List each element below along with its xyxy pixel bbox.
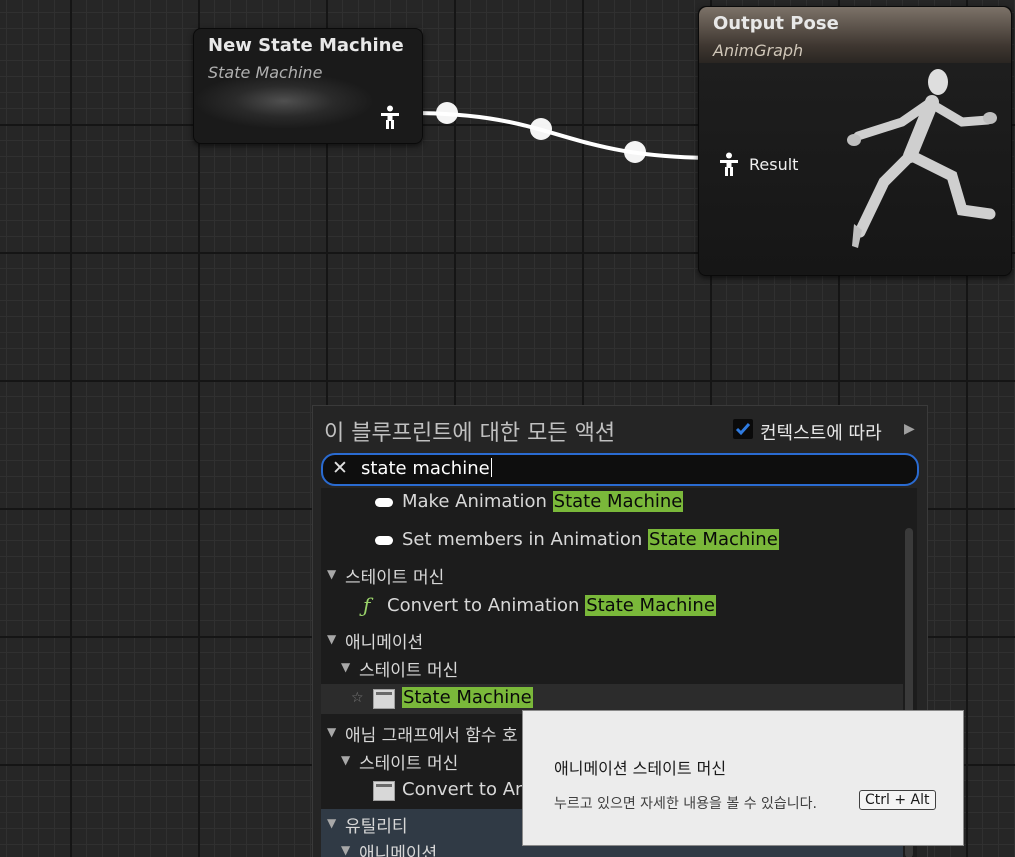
pose-pin-icon[interactable]: [719, 152, 739, 176]
menu-title: 이 블루프린트에 대한 모든 액션: [324, 421, 616, 446]
collapse-triangle-icon[interactable]: ▼: [341, 753, 350, 767]
collapse-triangle-icon[interactable]: ▼: [341, 843, 350, 857]
tooltip: 애니메이션 스테이트 머신 누르고 있으면 자세한 내용을 볼 수 있습니다. …: [522, 710, 964, 846]
state-machine-node[interactable]: New State Machine State Machine: [193, 28, 423, 144]
wire-knot[interactable]: [624, 141, 646, 163]
node-subtitle: AnimGraph: [713, 41, 804, 60]
collapse-triangle-icon[interactable]: ▼: [327, 567, 336, 581]
state-machine-icon: [373, 689, 395, 709]
search-match: State Machine: [552, 491, 684, 512]
node-title: New State Machine: [208, 35, 404, 56]
tooltip-title: 애니메이션 스테이트 머신: [554, 759, 727, 778]
result-pin-label: Result: [749, 155, 799, 174]
shortcut-key-badge: Ctrl + Alt: [859, 790, 936, 810]
category-row[interactable]: ▼ 스테이트 머신: [321, 560, 903, 590]
tooltip-hint: 누르고 있으면 자세한 내용을 볼 수 있습니다.: [554, 796, 817, 812]
node-subtitle: State Machine: [208, 63, 323, 82]
wire-knot[interactable]: [436, 102, 458, 124]
context-sensitive-label[interactable]: 컨텍스트에 따라: [760, 419, 882, 445]
running-mannequin-icon: [847, 69, 997, 248]
list-item[interactable]: Set members in Animation State Machine: [321, 526, 903, 556]
collapse-triangle-icon[interactable]: ▼: [341, 660, 350, 674]
collapse-triangle-icon[interactable]: ▼: [327, 632, 336, 646]
search-value: state machine: [361, 458, 490, 479]
struct-pill-icon: [375, 498, 393, 507]
pose-pin-icon[interactable]: [380, 105, 400, 129]
collapse-triangle-icon[interactable]: ▼: [327, 725, 336, 739]
struct-pill-icon: [375, 536, 393, 545]
collapse-triangle-icon[interactable]: ▼: [327, 816, 336, 830]
text-caret: [490, 458, 492, 477]
node-title: Output Pose: [713, 13, 839, 34]
context-sensitive-checkbox[interactable]: [733, 419, 753, 439]
expand-arrow-icon[interactable]: ▶: [904, 421, 915, 437]
search-input[interactable]: ✕ state machine: [321, 453, 919, 486]
search-match: State Machine: [402, 687, 533, 708]
state-machine-icon: [373, 781, 395, 801]
list-item[interactable]: ƒ Convert to Animation State Machine: [321, 592, 903, 622]
category-row[interactable]: ▼ 애니메이션: [321, 625, 903, 655]
search-match: State Machine: [648, 529, 779, 550]
wire-knot[interactable]: [530, 118, 552, 140]
list-item[interactable]: Make Animation State Machine: [321, 488, 903, 518]
clear-search-icon[interactable]: ✕: [332, 457, 348, 479]
favorite-star-icon[interactable]: ☆: [351, 690, 364, 706]
function-icon: ƒ: [363, 593, 371, 617]
subcategory-row[interactable]: ▼ 스테이트 머신: [321, 653, 903, 683]
checkmark-icon: [735, 423, 751, 436]
search-match: State Machine: [585, 595, 716, 616]
